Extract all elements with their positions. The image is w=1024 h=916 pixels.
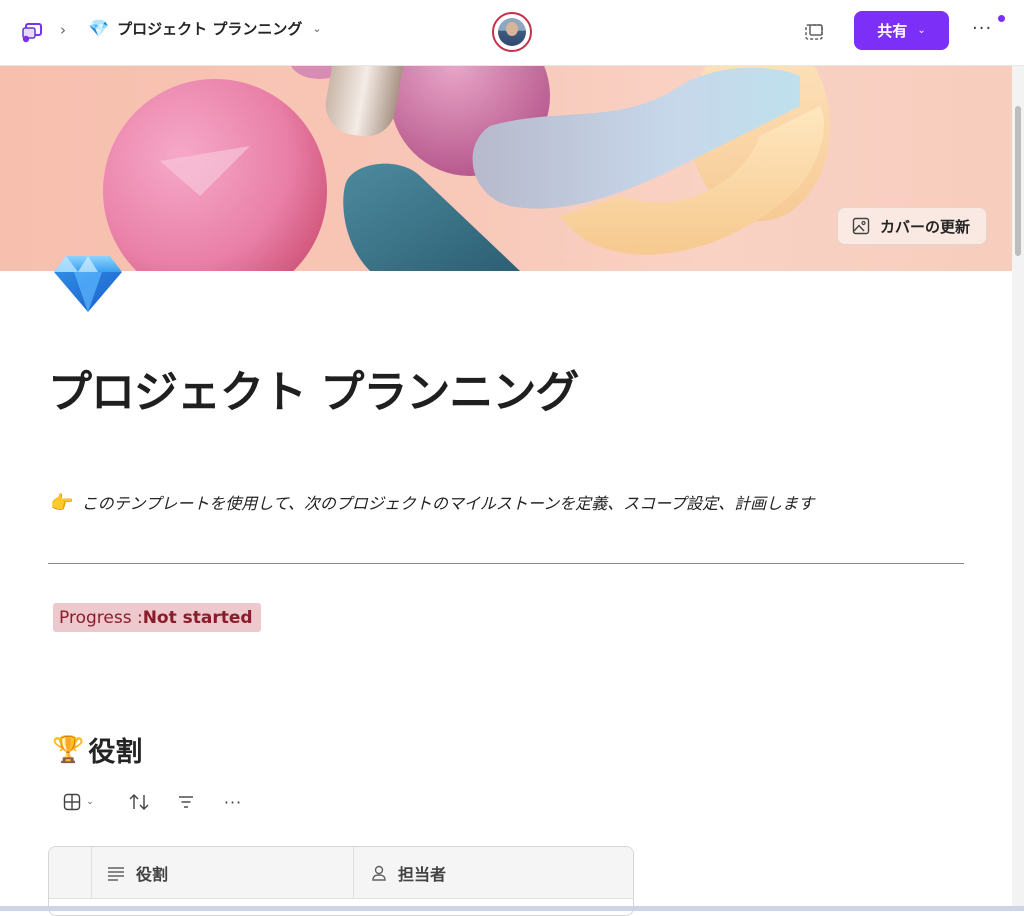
page-title: プロジェクト プランニング [48, 367, 579, 418]
breadcrumb-page[interactable]: 💎 プロジェクト プランニング ⌄ [88, 18, 322, 39]
progress-key: Progress : [59, 607, 143, 628]
view-switch-button[interactable]: ⌄ [56, 790, 100, 814]
loop-app-icon[interactable] [20, 20, 44, 44]
intro-text: このテンプレートを使用して、次のプロジェクトのマイルストーンを定義、スコープ設定… [81, 494, 815, 513]
pointing-hand-icon: 👉 [50, 491, 74, 514]
share-button-label: 共有 [877, 22, 908, 40]
table-header-row: 役割 担当者 [49, 847, 633, 899]
sort-button[interactable] [110, 790, 168, 814]
column-header-role[interactable]: 役割 [92, 847, 354, 899]
share-button[interactable]: 共有 ⌄ [854, 11, 949, 50]
top-bar: › 💎 プロジェクト プランニング ⌄ 共有 ⌄ ··· [0, 0, 1024, 66]
section-title: 役割 [88, 737, 143, 768]
table-header-corner[interactable] [49, 847, 92, 899]
table-view-icon [64, 793, 81, 811]
more-options-button[interactable]: ··· [972, 18, 992, 39]
breadcrumb-separator: › [60, 21, 66, 39]
table-more-options-button[interactable]: ··· [204, 790, 262, 814]
image-icon [852, 217, 870, 235]
divider [48, 563, 964, 564]
update-cover-button[interactable]: カバーの更新 [836, 207, 987, 245]
chevron-down-icon: ⌄ [917, 25, 926, 36]
column-header-label: 担当者 [398, 865, 447, 884]
progress-status: Not started [142, 607, 253, 628]
chevron-down-icon: ⌄ [312, 22, 322, 35]
trophy-icon: 🏆 [52, 734, 85, 765]
update-cover-label: カバーの更新 [879, 217, 970, 236]
sort-icon [129, 794, 149, 810]
notification-dot [998, 15, 1005, 22]
present-icon[interactable] [802, 20, 826, 44]
breadcrumb-title: プロジェクト プランニング [117, 20, 303, 38]
column-header-assignee[interactable]: 担当者 [354, 847, 633, 899]
table-toolbar: ⌄ ··· [56, 790, 262, 814]
column-header-label: 役割 [136, 865, 169, 884]
diamond-icon: 💎 [88, 18, 110, 39]
avatar[interactable] [492, 12, 532, 52]
window-bottom-edge [0, 906, 1024, 911]
more-icon: ··· [223, 792, 243, 812]
filter-icon [179, 796, 193, 808]
intro-callout: 👉 このテンプレートを使用して、次のプロジェクトのマイルストーンを定義、スコープ… [50, 490, 814, 514]
vertical-scrollbar[interactable] [1012, 66, 1024, 911]
chevron-down-icon: ⌄ [86, 797, 94, 807]
person-icon [372, 865, 386, 881]
progress-label[interactable]: Progress : Not started [53, 603, 261, 632]
scrollbar-thumb[interactable] [1015, 106, 1021, 256]
cover-image: カバーの更新 [0, 66, 1012, 271]
diamond-icon[interactable] [52, 252, 124, 314]
avatar-face [506, 22, 518, 36]
text-lines-icon [108, 867, 124, 881]
section-heading-roles: 🏆 役割 [52, 730, 142, 769]
filter-button[interactable] [168, 790, 204, 814]
